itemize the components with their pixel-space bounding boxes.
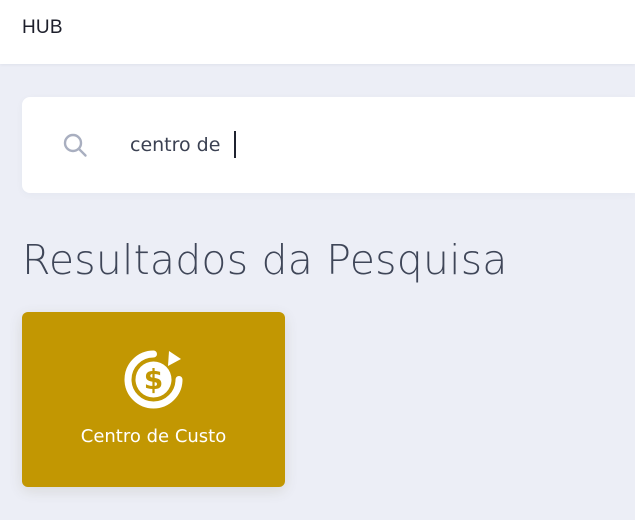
search-icon [62, 132, 88, 158]
dollar-refresh-icon: $ [120, 346, 187, 413]
search-input[interactable] [130, 125, 590, 165]
text-caret [234, 131, 236, 158]
app-title: HUB [22, 17, 63, 38]
search-card [22, 97, 635, 193]
result-card-label: Centro de Custo [80, 426, 227, 447]
top-bar: HUB [0, 0, 635, 64]
results-heading: Resultados da Pesquisa [22, 236, 508, 284]
svg-text:$: $ [144, 363, 163, 396]
result-card-centro-de-custo[interactable]: $ Centro de Custo [22, 312, 285, 487]
